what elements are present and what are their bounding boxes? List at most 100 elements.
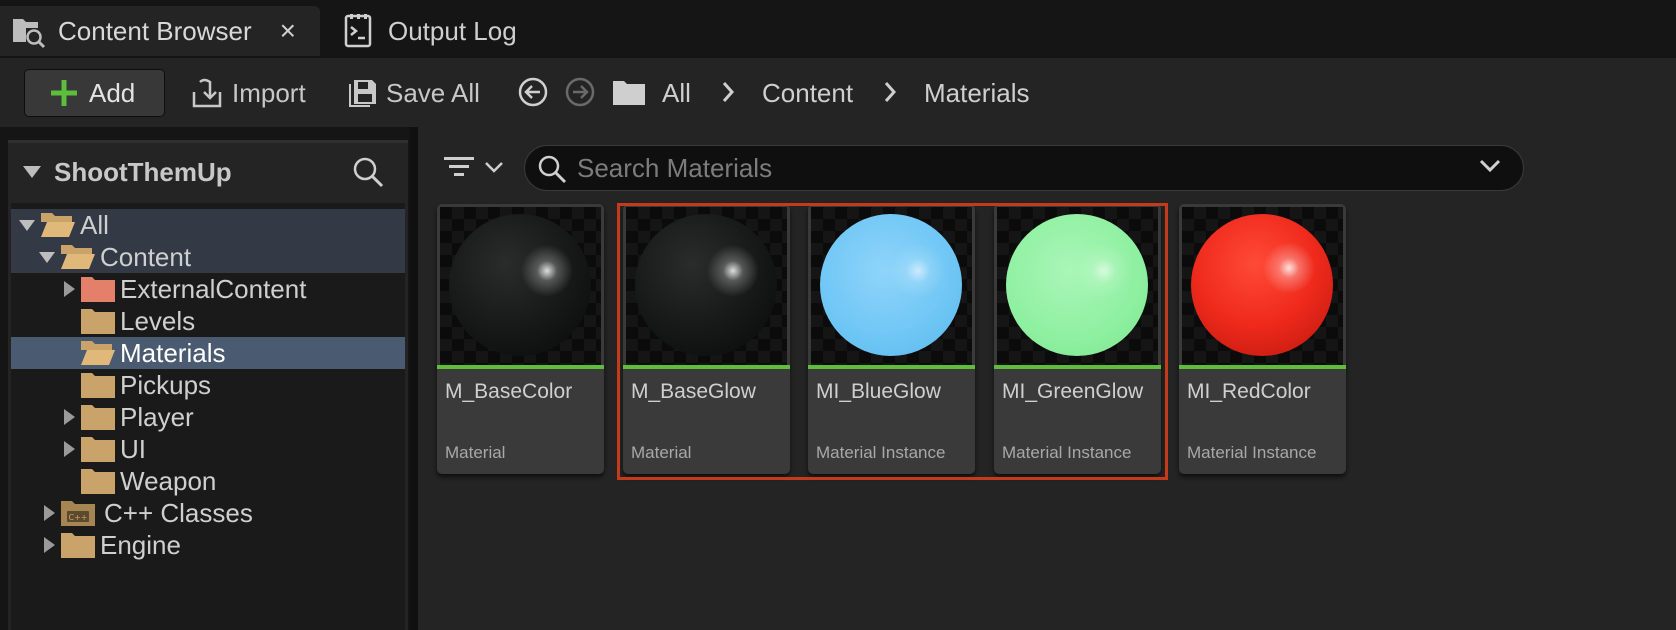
breadcrumb-label: Materials — [924, 77, 1030, 108]
asset-view: M_BaseColor Material M_BaseGlow Material… — [418, 127, 1676, 630]
breadcrumb-all[interactable]: All — [662, 69, 691, 117]
asset-tile[interactable]: M_BaseColor Material — [437, 204, 604, 474]
filter-icon — [444, 157, 474, 176]
folder-icon — [81, 277, 115, 302]
output-log-icon — [344, 14, 372, 48]
asset-tile[interactable]: MI_BlueGlow Material Instance — [808, 204, 975, 474]
filter-button[interactable] — [442, 145, 512, 189]
tree-label: Levels — [120, 305, 196, 336]
asset-type-bar — [994, 365, 1161, 369]
asset-name: M_BaseGlow — [631, 380, 756, 403]
tree-item-externalcontent[interactable]: ExternalContent — [11, 273, 405, 305]
expanded-arrow-icon[interactable] — [19, 218, 35, 234]
folder-icon — [613, 81, 645, 105]
collapse-triangle-icon[interactable] — [22, 165, 42, 179]
breadcrumb-materials[interactable]: Materials — [924, 69, 1029, 117]
tree-item-ui[interactable]: UI — [11, 433, 405, 465]
material-sphere-icon — [635, 214, 777, 356]
tree-label: C++ Classes — [104, 497, 253, 528]
close-icon[interactable]: × — [280, 15, 296, 47]
folder-open-icon — [41, 213, 75, 237]
tree-item-engine[interactable]: Engine — [11, 529, 405, 561]
import-icon — [192, 78, 222, 108]
folder-icon — [81, 373, 115, 398]
project-title: ShootThemUp — [54, 156, 232, 187]
asset-type-bar — [1179, 365, 1346, 369]
asset-type: Material — [445, 443, 506, 462]
asset-name: MI_GreenGlow — [1002, 380, 1144, 403]
import-label: Import — [232, 77, 306, 108]
forward-arrow-icon[interactable] — [564, 76, 596, 108]
asset-type-bar — [437, 365, 604, 369]
tree-label: Pickups — [120, 369, 212, 400]
asset-type: Material Instance — [1002, 443, 1132, 462]
asset-type-bar — [623, 365, 790, 369]
asset-thumbnail — [626, 207, 787, 365]
tree-item-materials[interactable]: Materials — [11, 337, 405, 369]
tree-item-player[interactable]: Player — [11, 401, 405, 433]
search-input[interactable] — [577, 152, 1457, 184]
asset-thumbnail — [1182, 207, 1343, 365]
import-button[interactable]: Import — [190, 69, 306, 117]
tree-item-cpp-classes[interactable]: C++ C++ Classes — [11, 497, 405, 529]
folder-tree: All Content ExternalContent Levels Mater… — [11, 203, 405, 630]
collapsed-arrow-icon[interactable] — [61, 281, 77, 297]
chevron-right-icon[interactable] — [720, 80, 736, 104]
back-arrow-icon[interactable] — [517, 76, 549, 108]
breadcrumb-content[interactable]: Content — [762, 69, 853, 117]
chevron-down-icon[interactable] — [1479, 158, 1501, 174]
panel-splitter[interactable] — [410, 127, 418, 630]
save-all-button[interactable]: Save All — [348, 69, 480, 117]
tree-item-weapon[interactable]: Weapon — [11, 465, 405, 497]
asset-tile[interactable]: M_BaseGlow Material — [623, 204, 790, 474]
tree-item-pickups[interactable]: Pickups — [11, 369, 405, 401]
tree-label: Player — [120, 401, 194, 432]
tree-item-all[interactable]: All — [11, 209, 405, 241]
asset-type-bar — [808, 365, 975, 369]
tree-label: Engine — [100, 529, 181, 560]
asset-thumbnail — [997, 207, 1158, 365]
asset-tile[interactable]: MI_RedColor Material Instance — [1179, 204, 1346, 474]
tree-label: Weapon — [120, 465, 217, 496]
asset-thumbnail — [811, 207, 972, 365]
sources-panel: ShootThemUp All Content ExternalContent … — [8, 140, 408, 630]
material-sphere-icon — [449, 214, 591, 356]
asset-type: Material Instance — [816, 443, 946, 462]
toolbar: Add Import Save All All Content Material… — [0, 58, 1676, 127]
expanded-arrow-icon[interactable] — [39, 250, 55, 266]
sources-header[interactable]: ShootThemUp — [8, 148, 408, 196]
folder-icon — [61, 533, 95, 558]
tab-output-log[interactable]: Output Log — [330, 6, 560, 56]
add-label: Add — [89, 77, 136, 108]
tree-item-content[interactable]: Content — [11, 241, 405, 273]
material-sphere-icon — [1191, 214, 1333, 356]
collapsed-arrow-icon[interactable] — [41, 505, 57, 521]
tree-item-levels[interactable]: Levels — [11, 305, 405, 337]
folder-icon — [81, 309, 115, 334]
save-all-label: Save All — [386, 77, 480, 108]
plus-icon — [51, 80, 77, 106]
collapsed-arrow-icon[interactable] — [41, 537, 57, 553]
asset-tile[interactable]: MI_GreenGlow Material Instance — [994, 204, 1161, 474]
collapsed-arrow-icon[interactable] — [61, 441, 77, 457]
tree-label: ExternalContent — [120, 273, 307, 304]
folder-icon — [81, 405, 115, 430]
folder-open-icon — [81, 341, 115, 365]
folder-open-icon — [61, 245, 95, 269]
tree-label: Materials — [120, 337, 226, 368]
cpp-folder-icon: C++ — [61, 501, 95, 526]
asset-search-bar[interactable] — [524, 145, 1524, 191]
tab-label: Output Log — [388, 15, 517, 46]
chevron-right-icon[interactable] — [882, 80, 898, 104]
asset-name: MI_RedColor — [1187, 380, 1311, 403]
svg-text:C++: C++ — [69, 513, 88, 522]
tab-content-browser[interactable]: Content Browser × — [0, 6, 320, 56]
material-sphere-icon — [820, 214, 962, 356]
save-icon — [349, 80, 376, 107]
folder-icon — [81, 437, 115, 462]
collapsed-arrow-icon[interactable] — [61, 409, 77, 425]
tab-bar: Content Browser × Output Log — [0, 0, 1676, 58]
material-sphere-icon — [1006, 214, 1148, 356]
search-icon[interactable] — [352, 156, 384, 188]
add-button[interactable]: Add — [24, 69, 165, 117]
